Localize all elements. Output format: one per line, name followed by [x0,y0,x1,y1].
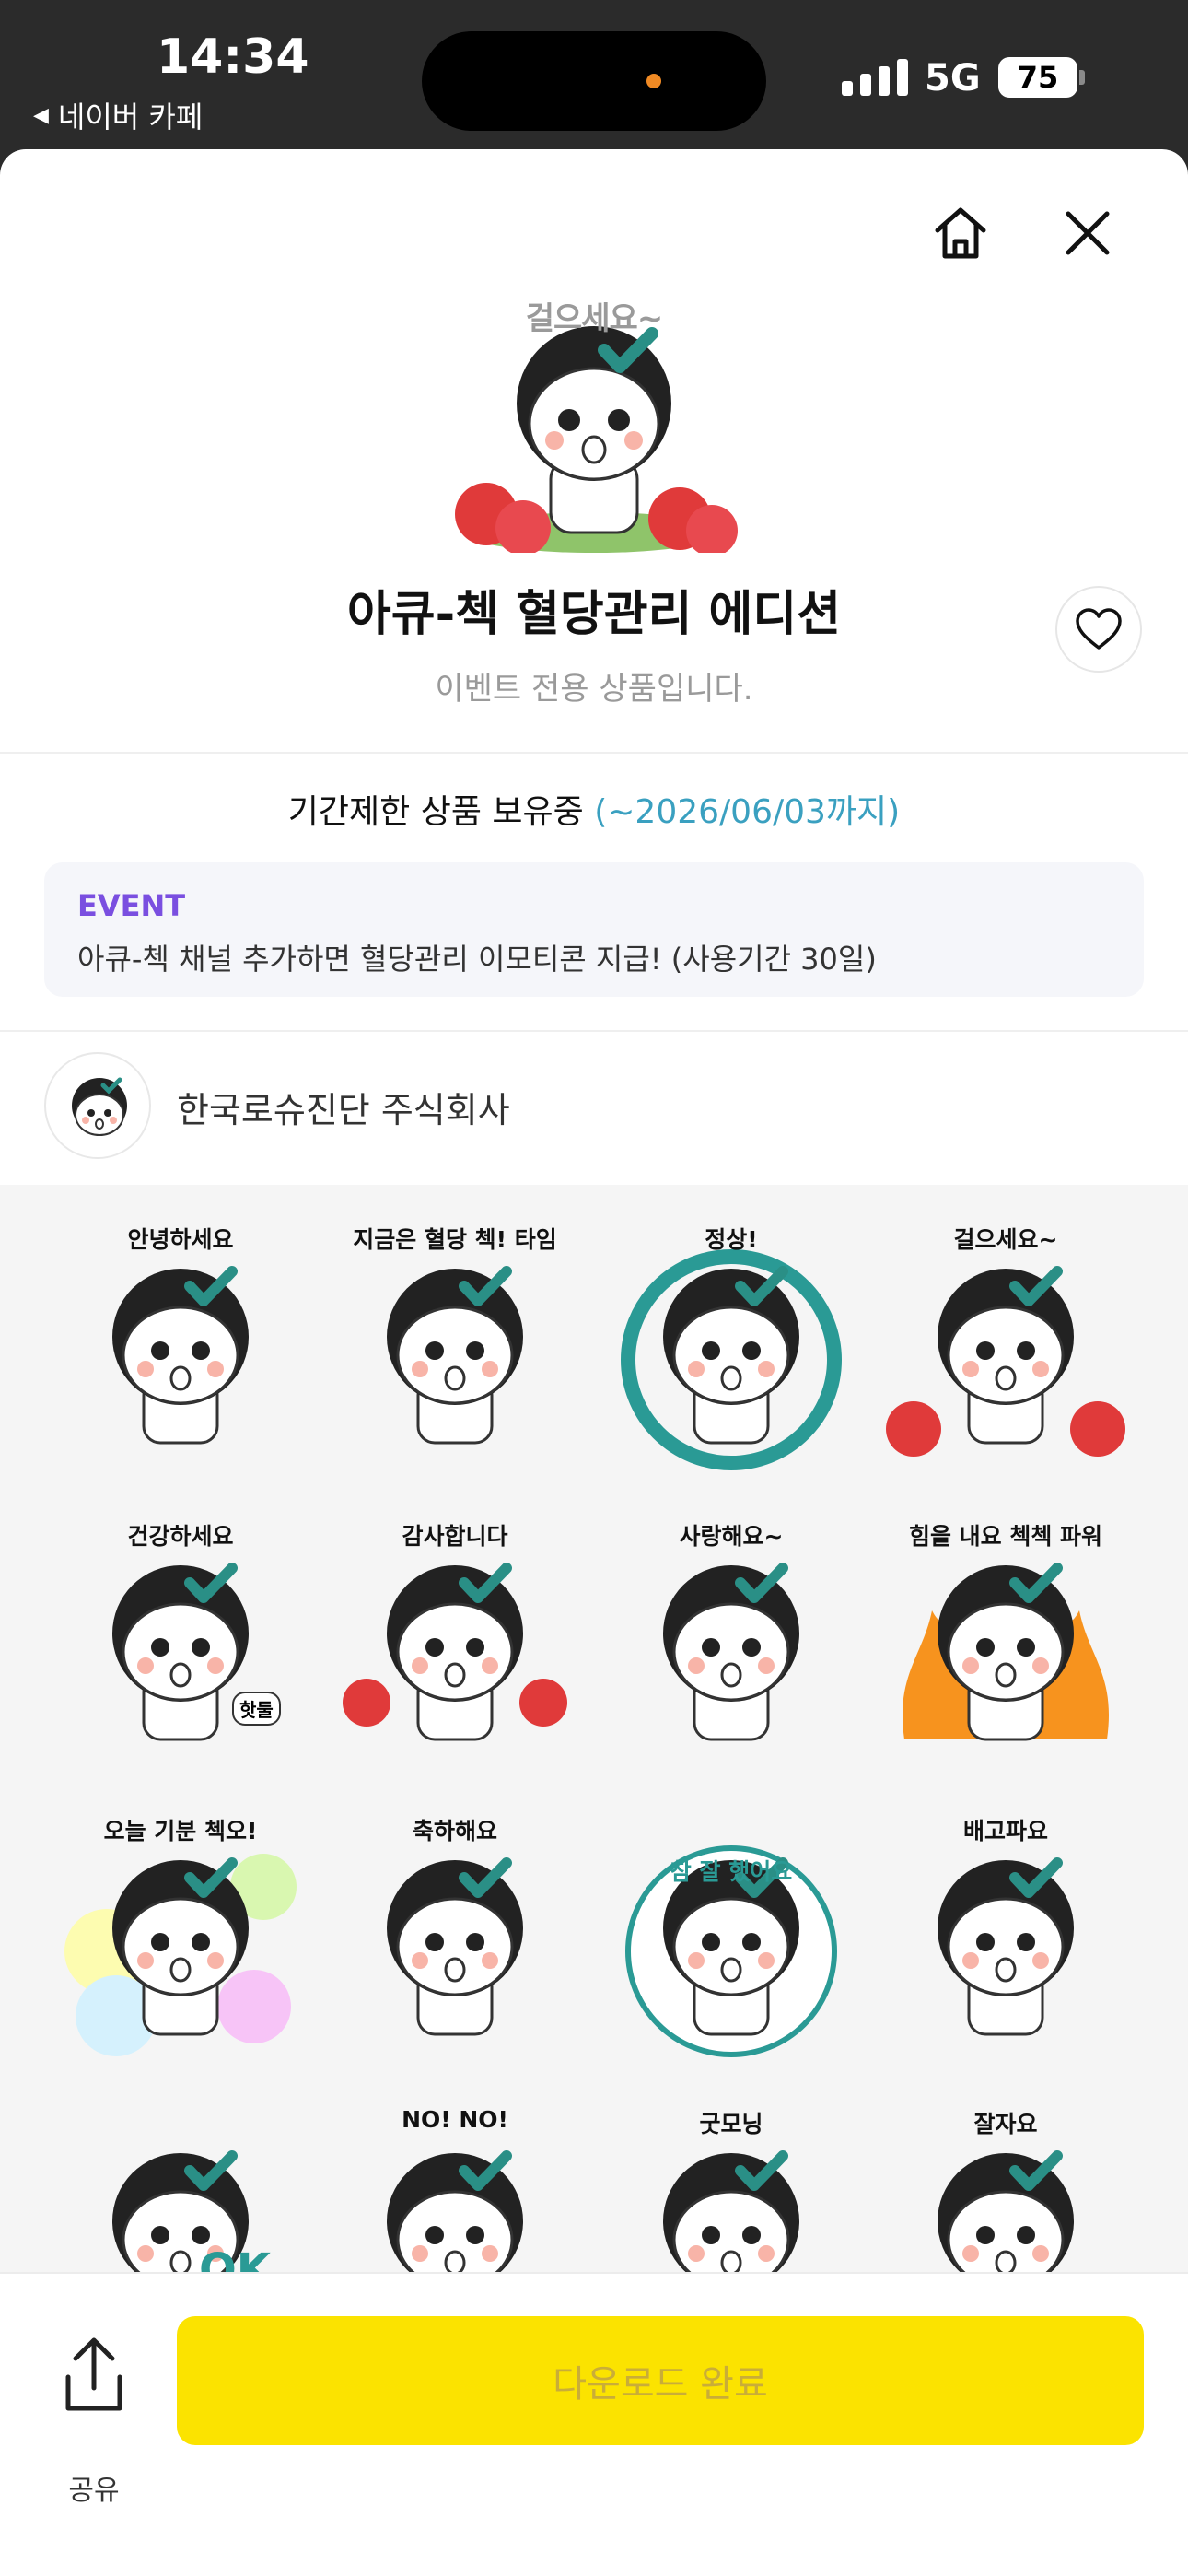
sticker-caption: 참 잘 했어요 [670,1858,793,1885]
cellular-signal-icon [842,57,908,96]
limited-text: 기간제한 상품 보유중 [287,793,584,831]
seller-avatar[interactable] [44,1052,151,1159]
sticker-well-done[interactable]: 참 잘 했어요 [611,1813,851,2062]
sticker-caption: 배고파요 [962,1818,1048,1844]
sticker-grid: 안녕하세요 지금은 혈당 첵! 타임 정상! 걸으세요~ 건강하세요핫둘 감사합니다 사랑해… [0,1185,1188,2272]
share-button[interactable]: 공유 [46,2329,142,2507]
home-icon [935,207,986,259]
sticker-congrats[interactable]: 축하해요 [335,1813,575,2062]
sticker-caption: 감사합니다 [402,1523,508,1550]
product-title: 아큐-첵 혈당관리 에디션 [346,587,842,642]
divider [0,1030,1188,1032]
product-subtitle: 이벤트 전용 상품입니다. [435,671,753,708]
sticker-caption: NO! NO! [402,2106,508,2133]
sticker-walk[interactable]: 걸으세요~ [886,1222,1125,1470]
sticker-character-icon [343,1563,567,1741]
sticker-caption: 정상! [705,1226,758,1253]
seller-logo-icon [72,1077,127,1136]
status-time: 14:34 [157,29,309,85]
sticker-character-icon [387,1266,523,1445]
status-bar: 14:34 ◀ 네이버 카페 5G 75 [0,0,1188,149]
sticker-good-morning[interactable]: 굿모닝 [611,2106,851,2272]
sticker-tag: 핫둘 [232,1692,281,1726]
sticker-caption: 지금은 혈당 첵! 타임 [353,1226,557,1253]
sticker-caption: 오늘 기분 첵오! [103,1818,258,1844]
sticker-mood[interactable]: 오늘 기분 첵오! [61,1813,300,2062]
hero-sticker: 걸으세요~ [449,293,739,556]
sticker-check-time[interactable]: 지금은 혈당 첵! 타임 [335,1222,575,1470]
sticker-caption: 굿모닝 [699,2111,763,2137]
sticker-character-icon [938,1857,1074,2036]
sticker-caption: 건강하세요 [127,1523,234,1550]
sticker-caption: 사랑해요~ [679,1523,784,1550]
back-triangle-icon: ◀ [33,103,49,127]
sticker-normal[interactable]: 정상! [611,1222,851,1470]
hero-sticker-caption: 걸으세요~ [525,300,664,337]
sticker-caption: 걸으세요~ [953,1226,1058,1253]
event-text: 아큐-첵 채널 추가하면 혈당관리 이모티콘 지급! (사용기간 30일) [77,942,877,977]
sticker-good-night[interactable]: 잘자요 [886,2106,1125,2272]
share-label: 공유 [68,2475,120,2507]
event-banner[interactable]: EVENT 아큐-첵 채널 추가하면 혈당관리 이모티콘 지급! (사용기간 3… [44,862,1144,997]
battery-icon: 75 [998,57,1077,98]
sticker-character-icon [387,1857,523,2036]
sticker-love[interactable]: 사랑해요~ [611,1518,851,1767]
close-icon [1066,211,1110,255]
back-to-app-link[interactable]: ◀ 네이버 카페 [33,94,203,136]
sticker-caption: 힘을 내요 첵첵 파워 [908,1523,1103,1550]
sticker-no-no[interactable]: NO! NO! [335,2106,575,2272]
product-sheet: 걸으세요~ 아큐-첵 혈당관리 에디션 이벤트 전용 상품입니다. 기간제한 상… [0,149,1188,2576]
sticker-healthy[interactable]: 건강하세요핫둘 [61,1518,300,1767]
battery-tip [1079,70,1085,85]
bottom-bar: 공유 다운로드 완료 [0,2272,1188,2576]
download-button[interactable]: 다운로드 완료 [177,2316,1144,2445]
sticker-power[interactable]: 힘을 내요 첵첵 파워 [886,1518,1125,1767]
back-app-label: 네이버 카페 [57,100,204,135]
dynamic-island [422,31,766,131]
sticker-character-icon [112,1563,249,1741]
sticker-caption: 잘자요 [973,2111,1038,2137]
sticker-character-icon [112,1266,249,1445]
divider [0,752,1188,754]
share-icon [65,2337,122,2411]
sticker-ok[interactable]: OK [61,2106,300,2272]
sticker-thanks[interactable]: 감사합니다 [335,1518,575,1767]
close-button[interactable] [1055,201,1120,265]
home-button[interactable] [928,201,993,265]
sticker-character-icon [625,1845,837,2057]
network-type: 5G [925,57,981,100]
top-actions [912,177,1188,269]
sticker-character-icon [663,1563,799,1741]
sticker-caption: 축하해요 [412,1818,497,1844]
sticker-tag: OK [199,2244,271,2272]
sticker-caption: 안녕하세요 [127,1226,234,1253]
sticker-hello[interactable]: 안녕하세요 [61,1222,300,1470]
limited-date: (~2026/06/03까지) [594,793,901,831]
limited-notice: 기간제한 상품 보유중 (~2026/06/03까지) [0,785,1188,833]
sticker-character-icon [64,1854,297,2056]
heart-icon [1076,608,1122,650]
sticker-character-icon [621,1249,842,1470]
sticker-character-icon [886,1266,1125,1457]
like-button[interactable] [1055,586,1142,673]
event-label: EVENT [77,888,186,923]
sticker-character-icon [902,1563,1110,1741]
privacy-indicator-icon [646,74,661,88]
sticker-hungry[interactable]: 배고파요 [886,1813,1125,2062]
seller-name[interactable]: 한국로슈진단 주식회사 [177,1082,510,1132]
